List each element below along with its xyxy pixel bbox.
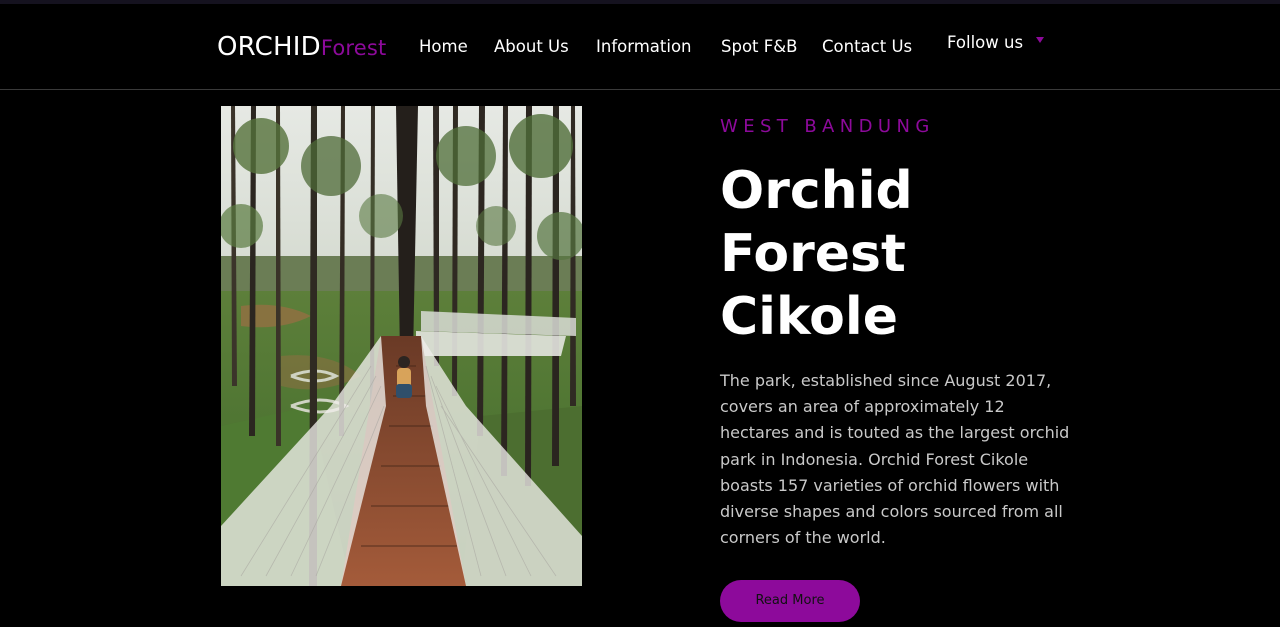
navbar: ORCHIDForest Home About Us Information S… <box>0 4 1280 90</box>
brand-name-main: ORCHID <box>217 32 321 62</box>
nav-item-contact-us[interactable]: Contact Us <box>822 36 912 58</box>
hero-description: The park, established since August 2017,… <box>720 371 1070 548</box>
read-more-button[interactable]: Read More <box>720 580 860 622</box>
chevron-down-icon[interactable] <box>1036 37 1044 43</box>
brand-name-accent: Forest <box>320 36 387 60</box>
forest-bridge-image <box>221 106 582 586</box>
hero-photo <box>221 106 582 586</box>
nav-item-home[interactable]: Home <box>419 36 468 58</box>
nav-item-about-us[interactable]: About Us <box>494 36 569 58</box>
hero-title-line: Cikole <box>720 287 898 347</box>
follow-us-dropdown[interactable]: Follow us <box>947 32 1023 54</box>
brand-logo[interactable]: ORCHIDForest <box>217 31 387 64</box>
hero-title: Orchid Forest Cikole <box>720 160 1100 349</box>
location-kicker: WEST BANDUNG <box>720 116 935 137</box>
nav-item-spot-fnb[interactable]: Spot F&B <box>721 36 797 58</box>
nav-item-information[interactable]: Information <box>596 36 692 58</box>
hero-title-line: Orchid <box>720 161 913 221</box>
hero-title-line: Forest <box>720 224 906 284</box>
